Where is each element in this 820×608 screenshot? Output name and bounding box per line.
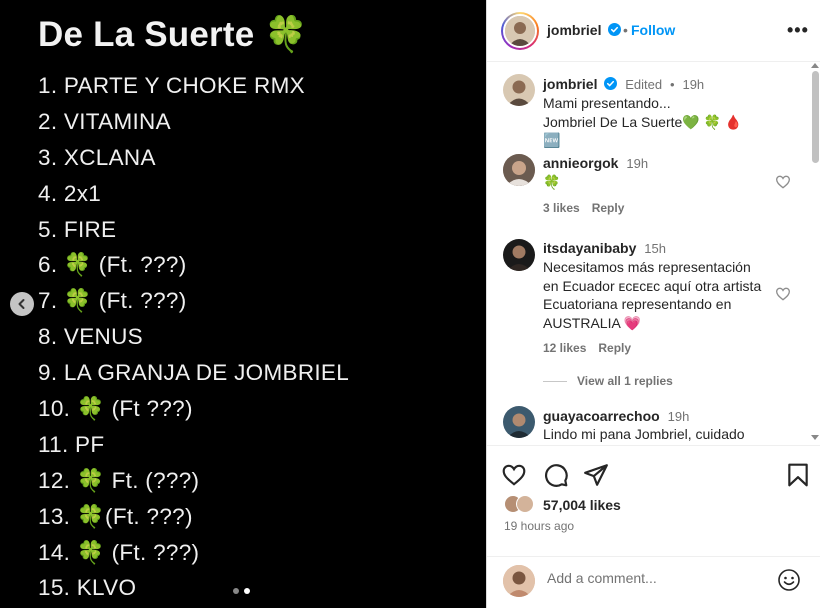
comment-text: Lindo mi pana Jombriel, cuidado — [543, 426, 745, 442]
carousel-dots — [233, 588, 250, 594]
track-item: 14. 🍀 (Ft. ???) — [38, 539, 200, 565]
comment-time[interactable]: 19h — [626, 156, 648, 171]
track-item: 4. 2x1 — [38, 180, 102, 206]
scroll-up-arrow-icon[interactable] — [811, 63, 819, 68]
comment-actions: 3 likes Reply — [543, 201, 624, 215]
author-username[interactable]: jombriel — [547, 22, 622, 38]
carousel-prev-button[interactable] — [10, 292, 34, 316]
comment-username[interactable]: annieorgok — [543, 155, 618, 171]
view-replies-label[interactable]: View all 1 replies — [577, 374, 673, 388]
comment-username[interactable]: guayacoarrechoo — [543, 408, 660, 424]
tracklist: 1. PARTE Y CHOKE RMX 2. VITAMINA 3. XCLA… — [38, 70, 349, 608]
avatar-image — [503, 406, 535, 438]
comment-header: itsdayanibaby 15h — [543, 240, 666, 256]
track-item: 5. FIRE — [38, 216, 117, 242]
verified-badge-icon — [604, 77, 618, 90]
chevron-left-icon — [18, 299, 25, 309]
track-item: 2. VITAMINA — [38, 108, 171, 134]
caption-avatar[interactable] — [503, 74, 535, 106]
track-item: 6. 🍀 (Ft. ???) — [38, 252, 187, 278]
comment-header: annieorgok 19h — [543, 155, 648, 171]
comment-actions: 12 likes Reply — [543, 341, 631, 355]
caption-time[interactable]: 19h — [682, 77, 704, 92]
heart-icon[interactable] — [501, 462, 527, 488]
edited-label: Edited — [625, 77, 663, 92]
heart-icon[interactable] — [775, 174, 791, 190]
verified-badge-icon — [608, 23, 622, 36]
carousel-dot-active — [244, 588, 250, 594]
view-replies-button[interactable]: View all 1 replies — [543, 374, 673, 388]
comment-likes[interactable]: 3 likes — [543, 201, 580, 215]
post-viewer: De La Suerte 🍀 1. PARTE Y CHOKE RMX 2. V… — [0, 0, 820, 608]
current-user-avatar — [503, 565, 535, 597]
reply-button[interactable]: Reply — [598, 341, 631, 355]
caption-header: jombriel Edited • 19h — [543, 76, 704, 92]
post-sidebar: jombriel • Follow ••• jombriel Edited • … — [486, 0, 820, 608]
media-title: De La Suerte 🍀 — [38, 15, 309, 54]
author-username-text[interactable]: jombriel — [547, 22, 601, 38]
avatar-image — [503, 154, 535, 186]
avatar-image — [503, 74, 535, 106]
track-item: 13. 🍀(Ft. ???) — [38, 503, 193, 529]
track-item: 10. 🍀 (Ft ???) — [38, 396, 193, 422]
track-item: 9. LA GRANJA DE JOMBRIEL — [38, 360, 350, 386]
comment-username[interactable]: itsdayanibaby — [543, 240, 636, 256]
separator-dot: • — [670, 77, 675, 92]
post-header: jombriel • Follow ••• — [487, 0, 820, 62]
comment-icon[interactable] — [543, 462, 569, 488]
scroll-down-arrow-icon[interactable] — [811, 435, 819, 440]
replies-divider — [543, 380, 567, 382]
caption-line: Mami presentando... — [543, 95, 671, 111]
comments-scrollbar[interactable] — [809, 63, 820, 443]
caption-line: Jombriel De La Suerte💚 🍀 🩸 🆕 — [543, 113, 743, 149]
caption-username[interactable]: jombriel — [543, 76, 597, 92]
heart-icon[interactable] — [775, 286, 791, 302]
comment-time[interactable]: 19h — [668, 409, 690, 424]
comment-avatar[interactable] — [503, 239, 535, 271]
comment-avatar[interactable] — [503, 406, 535, 438]
emoji-icon[interactable] — [777, 568, 801, 592]
avatar-image — [503, 565, 535, 597]
track-item: 12. 🍀 Ft. (???) — [38, 467, 200, 493]
post-actions: 57,004 likes 19 hours ago — [487, 445, 820, 608]
liker-avatar[interactable] — [516, 495, 534, 513]
add-comment-input[interactable] — [547, 570, 757, 586]
comment-likes[interactable]: 12 likes — [543, 341, 586, 355]
share-icon[interactable] — [583, 462, 609, 488]
carousel-dot — [233, 588, 239, 594]
post-media[interactable]: De La Suerte 🍀 1. PARTE Y CHOKE RMX 2. V… — [0, 0, 486, 608]
track-item: 15. KLVO — [38, 575, 137, 601]
comment-header: guayacoarrechoo 19h — [543, 408, 689, 424]
caption-text: Mami presentando... Jombriel De La Suert… — [543, 94, 763, 150]
scrollbar-thumb[interactable] — [812, 71, 819, 163]
comment-time[interactable]: 15h — [644, 241, 666, 256]
reply-button[interactable]: Reply — [592, 201, 625, 215]
comment-avatar[interactable] — [503, 154, 535, 186]
track-item: 1. PARTE Y CHOKE RMX — [38, 73, 305, 98]
follow-button[interactable]: Follow — [631, 22, 675, 38]
track-item: 3. XCLANA — [38, 144, 156, 170]
post-timestamp[interactable]: 19 hours ago — [504, 519, 574, 533]
bookmark-icon[interactable] — [785, 462, 811, 488]
likes-count[interactable]: 57,004 likes — [543, 497, 621, 513]
author-avatar[interactable] — [501, 12, 539, 50]
comment-text: Necesitamos más representación en Ecuado… — [543, 259, 762, 331]
avatar-image — [503, 239, 535, 271]
avatar-image — [505, 16, 535, 46]
track-item: 8. VENUS — [38, 324, 143, 350]
comments-list[interactable]: jombriel Edited • 19h Mami presentando..… — [487, 63, 807, 443]
track-item: 11. PF — [38, 431, 105, 457]
more-horizontal-icon[interactable]: ••• — [787, 21, 809, 39]
track-item: 7. 🍀 (Ft. ???) — [38, 288, 187, 314]
comment-text: 🍀 — [543, 174, 561, 190]
add-comment-row — [487, 556, 820, 608]
separator-dot: • — [623, 22, 628, 38]
